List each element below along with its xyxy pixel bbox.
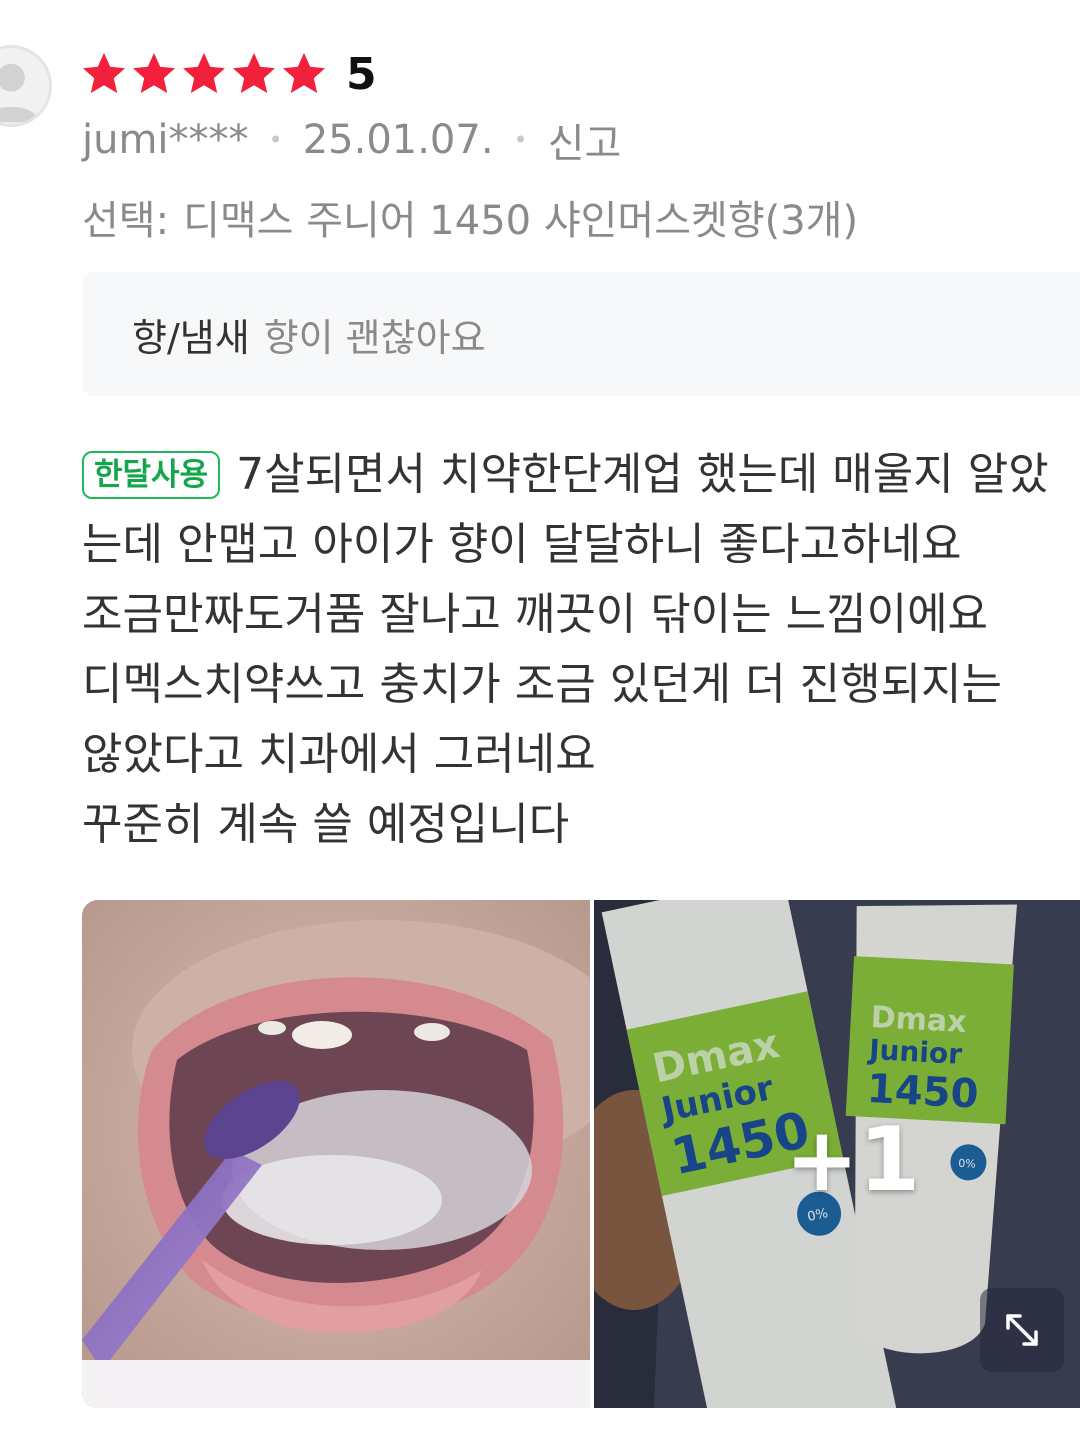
review-photo-1[interactable]	[82, 900, 590, 1408]
review-line-text: 7살되면서 치약한단계업 했는데 매울지 알았	[236, 449, 1049, 500]
star-rating	[80, 50, 328, 98]
star-icon	[83, 53, 125, 93]
star-icon	[233, 53, 275, 93]
review-line: 않았다고 치과에서 그러네요	[82, 729, 596, 780]
review-line: 디멕스치약쓰고 충치가 조금 있던게 더 진행되지는	[82, 659, 1003, 710]
attribute-value: 향이 괜찮아요	[263, 315, 486, 360]
selected-option: 선택: 디맥스 주니어 1450 샤인머스켓향(3개)	[82, 188, 858, 246]
review-line: 조금만짜도거품 잘나고 깨끗이 닦이는 느낌이에요	[82, 589, 989, 640]
attribute-summary: 향/냄새 향이 괜찮아요	[82, 272, 1080, 396]
photo-brushing-teeth	[82, 900, 590, 1408]
meta-separator: •	[268, 126, 283, 154]
report-link[interactable]: 신고	[548, 111, 622, 169]
review-date: 25.01.07.	[302, 117, 494, 163]
usage-badge: 한달사용	[82, 451, 221, 499]
review-line: 한달사용 7살되면서 치약한단계업 했는데 매울지 알았	[82, 440, 1080, 510]
star-icon	[183, 53, 225, 93]
meta-separator: •	[513, 126, 528, 154]
expand-photo-button[interactable]	[980, 1288, 1064, 1372]
review-text: 한달사용 7살되면서 치약한단계업 했는데 매울지 알았 는데 안맵고 아이가 …	[82, 440, 1080, 860]
review-meta: jumi**** • 25.01.07. • 신고	[82, 112, 621, 168]
review-card: 5 jumi**** • 25.01.07. • 신고 선택: 디맥스 주니어 …	[0, 0, 1080, 1433]
option-value: 디맥스 주니어 1450 샤인머스켓향(3개)	[183, 198, 859, 244]
star-icon	[133, 53, 175, 93]
review-line: 는데 안맵고 아이가 향이 달달하니 좋다고하네요	[82, 519, 962, 570]
author-name: jumi****	[82, 117, 249, 163]
review-line: 꾸준히 계속 쓸 예정입니다	[82, 799, 570, 850]
avatar	[0, 45, 52, 127]
user-silhouette-icon	[0, 63, 40, 123]
more-photos-count[interactable]: +1	[785, 1108, 920, 1211]
star-icon	[283, 53, 325, 93]
rating-value: 5	[346, 48, 377, 100]
review-photos: Dmax Junior 1450 0% Dmax Junior 1450 0%	[82, 900, 1080, 1408]
rating-row: 5	[80, 46, 377, 102]
option-label: 선택:	[82, 198, 170, 244]
attribute-name: 향/냄새	[132, 315, 250, 360]
expand-icon	[1006, 1314, 1038, 1346]
